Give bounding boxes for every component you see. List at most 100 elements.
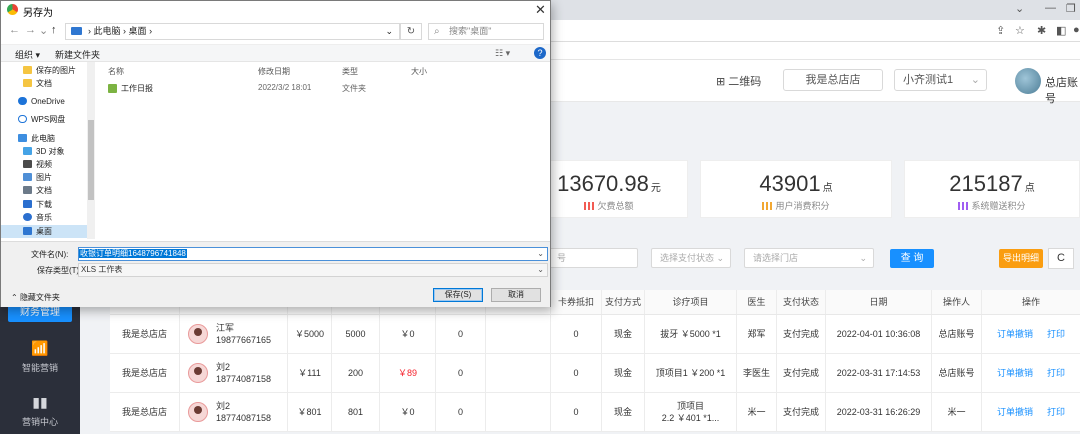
up-icon[interactable]: ↑ (51, 24, 57, 36)
tree-item-this-pc[interactable]: 此电脑 (1, 132, 87, 145)
tree-scrollbar[interactable] (87, 62, 95, 239)
chevron-down-icon[interactable]: ⌄ (1015, 2, 1024, 15)
sidepanel-icon[interactable]: ◧ (1056, 24, 1066, 37)
store-select[interactable]: 请选择门店 ⌄ (744, 248, 874, 268)
help-icon[interactable]: ? (534, 47, 546, 59)
refresh-icon[interactable]: ↻ (400, 23, 422, 40)
organize-button[interactable]: 组织 ▾ (15, 48, 40, 61)
avatar[interactable] (1015, 68, 1041, 94)
search-input[interactable]: ⌕ 搜索"桌面" (428, 23, 544, 40)
operator-cell: 总店账号 (932, 315, 982, 353)
cancel-button[interactable]: 取消 (491, 288, 541, 302)
tree-item-music[interactable]: 音乐 (1, 211, 87, 224)
print-link[interactable]: 打印 (1047, 328, 1065, 340)
tree-item-wps-drive[interactable]: WPS网盘 (1, 113, 87, 126)
customer-phone: 18774087158 (216, 374, 272, 384)
folder-tree: 保存的图片 文档 OneDrive WPS网盘 此电脑 3D 对象 视频 图片 … (1, 62, 87, 239)
stat-value: 43901 点 (759, 171, 833, 196)
print-link[interactable]: 打印 (1047, 406, 1065, 418)
owed-cell: ￥0 (380, 315, 436, 353)
card-deduct-cell: 0 (551, 393, 602, 431)
status-cell: 支付完成 (777, 315, 826, 353)
account-name[interactable]: 总店账号 (1045, 74, 1080, 106)
hide-folders-toggle[interactable]: ⌃ 隐藏文件夹 (11, 292, 60, 303)
breadcrumb-this-pc[interactable]: 此电脑 (94, 26, 121, 36)
col-name-header[interactable]: 名称 (108, 66, 124, 77)
tree-item-downloads[interactable]: 下载 (1, 198, 87, 211)
forward-icon[interactable]: → (25, 24, 36, 36)
restore-icon[interactable]: ❐ (1066, 2, 1076, 15)
chevron-down-icon[interactable]: ⌄ (385, 24, 393, 39)
points-cell: 5000 (332, 315, 380, 353)
file-row-name[interactable]: 工作日报 (108, 83, 153, 94)
order-number-input[interactable]: 号 (548, 248, 638, 268)
bar-chart-icon (762, 202, 773, 210)
filetype-select[interactable]: XLS 工作表 ⌄ (78, 263, 548, 277)
stat-card-owed: 13670.98 元 欠费总额 (530, 160, 688, 218)
col-header: 支付方式 (602, 290, 645, 314)
export-button[interactable]: 导出明细 (999, 249, 1043, 268)
col-modified-header[interactable]: 修改日期 (258, 66, 290, 77)
chevron-down-icon: ⌄ (970, 74, 980, 86)
filetype-label: 保存类型(T): (37, 266, 82, 275)
profile-icon[interactable]: ● (1073, 24, 1080, 36)
revoke-order-link[interactable]: 订单撤销 (997, 406, 1033, 418)
revoke-order-link[interactable]: 订单撤销 (997, 367, 1033, 379)
chevron-down-icon[interactable]: ⌄ (537, 248, 544, 260)
points-cell: 200 (332, 354, 380, 392)
query-button[interactable]: 查 询 (890, 249, 934, 268)
back-icon[interactable]: ← (9, 24, 20, 36)
cloud-icon (18, 115, 27, 123)
scrollbar-thumb[interactable] (88, 120, 94, 200)
store-button[interactable]: 我是总店店 (783, 69, 883, 91)
computer-icon (18, 134, 27, 142)
customer-phone: 18774087158 (216, 413, 272, 423)
sidebar-item-smart-marketing[interactable]: 📶 智能营销 (0, 340, 80, 374)
tree-item-desktop[interactable]: 桌面 (1, 225, 87, 238)
breadcrumb-desktop[interactable]: 桌面 (129, 26, 147, 36)
pay-status-select[interactable]: 选择支付状态 ⌄ (651, 248, 731, 268)
sidebar-item-label: 营销中心 (21, 417, 58, 427)
print-link[interactable]: 打印 (1047, 367, 1065, 379)
card-deduct-cell: 0 (551, 354, 602, 392)
branch-select[interactable]: 小齐测试1 ⌄ (894, 69, 987, 91)
chevron-up-icon: ⌃ (11, 293, 18, 302)
sidebar-item-marketing-center[interactable]: ▮▮ 营销中心 (0, 394, 80, 428)
address-path[interactable]: › 此电脑 › 桌面 › ⌄ (65, 23, 400, 40)
cube-icon (23, 147, 32, 155)
minimize-icon[interactable]: — (1045, 2, 1056, 14)
view-options-icon[interactable]: ☷ ▾ (495, 48, 510, 59)
chevron-down-icon[interactable]: ⌄ (39, 24, 48, 37)
col-type-header[interactable]: 类型 (342, 66, 358, 77)
tree-item-pictures[interactable]: 图片 (1, 171, 87, 184)
treatment-cell: 顶项目 2.2 ￥401 *1... (645, 393, 737, 431)
revoke-order-link[interactable]: 订单撤销 (997, 328, 1033, 340)
save-button[interactable]: 保存(S) (433, 288, 483, 302)
actions-cell: 订单撤销 打印 (982, 315, 1080, 353)
star-icon[interactable]: ☆ (1015, 24, 1025, 37)
filename-label: 文件名(N): (31, 250, 69, 259)
pay-method-cell: 现金 (602, 393, 645, 431)
tree-item-saved-pictures[interactable]: 保存的图片 (1, 64, 87, 77)
tree-item-documents[interactable]: 文档 (1, 77, 87, 90)
col-size-header[interactable]: 大小 (411, 66, 427, 77)
tree-item-videos[interactable]: 视频 (1, 158, 87, 171)
close-icon[interactable]: ✕ (535, 2, 546, 18)
doctor-cell: 郑军 (737, 315, 777, 353)
new-folder-button[interactable]: 新建文件夹 (55, 48, 100, 61)
filename-input[interactable]: 收银订单明细1648796741848 ⌄ (78, 247, 548, 261)
orders-table: 卡券抵扣 支付方式 诊疗项目 医生 支付状态 日期 操作人 操作 我是总店店 江… (110, 290, 1080, 432)
store-cell: 我是总店店 (110, 393, 180, 431)
avatar (188, 363, 208, 383)
chevron-down-icon: ⌄ (716, 253, 724, 263)
qrcode-link[interactable]: ⊞ 二维码 (716, 73, 761, 89)
tree-item-docs[interactable]: 文档 (1, 184, 87, 197)
sidebar: 财务管理 📶 智能营销 ▮▮ 营销中心 (0, 300, 80, 434)
download-icon (23, 200, 32, 208)
share-icon[interactable]: ⇪ (996, 24, 1005, 37)
extension-icon[interactable]: ✱ (1037, 24, 1046, 37)
tree-item-onedrive[interactable]: OneDrive (1, 95, 87, 108)
refresh-button[interactable]: C (1048, 248, 1074, 269)
computer-icon (71, 27, 82, 35)
tree-item-3d-objects[interactable]: 3D 对象 (1, 145, 87, 158)
